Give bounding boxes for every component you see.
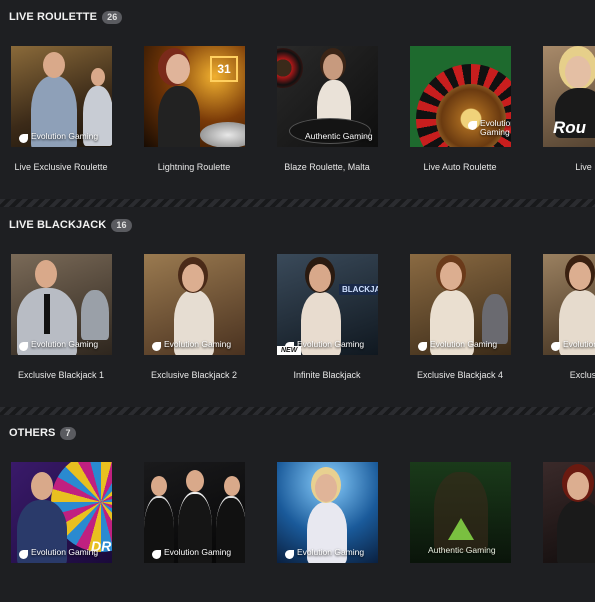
- game-row: Evolution Gaming Live Exclusive Roulette…: [0, 46, 595, 186]
- section-live-blackjack: LIVE BLACKJACK 16 Evolution Gaming Exclu…: [0, 208, 595, 380]
- provider-logo: Evolution Gaming: [19, 548, 98, 559]
- game-title: Live Auto Roulette: [423, 162, 497, 172]
- section-live-roulette: LIVE ROULETTE 26 Evolution Gaming Live E…: [0, 0, 595, 172]
- provider-logo: Evolution Gaming: [152, 548, 231, 559]
- count-badge: 26: [102, 10, 123, 24]
- section-title: LIVE BLACKJACK: [9, 219, 107, 231]
- section-title: OTHERS: [9, 427, 56, 439]
- game-thumbnail[interactable]: DR Evolution Gaming: [11, 462, 112, 563]
- game-thumbnail[interactable]: Evolution Gaming: [410, 46, 511, 147]
- section-title: LIVE ROULETTE: [9, 11, 98, 23]
- game-title: Exclusive B: [569, 370, 595, 380]
- game-thumbnail[interactable]: Evolution Gaming: [543, 254, 595, 355]
- game-title: Exclusive Blackjack 1: [17, 370, 105, 380]
- count-badge: 16: [111, 218, 132, 232]
- provider-logo: Evolution Gaming: [285, 340, 364, 351]
- game-thumbnail[interactable]: Authentic Gaming: [410, 462, 511, 563]
- provider-logo: Authentic Gaming: [428, 545, 496, 555]
- game-thumbnail[interactable]: Evolution Gaming: [410, 254, 511, 355]
- provider-logo: Evolution Gaming: [285, 548, 364, 559]
- provider-logo: Evolution Gaming: [19, 340, 98, 351]
- game-title: Blaze Roulette, Malta: [284, 162, 370, 172]
- game-thumbnail[interactable]: Evolution Gaming: [144, 462, 245, 563]
- game-thumbnail[interactable]: [543, 462, 595, 563]
- section-divider: [0, 199, 595, 207]
- game-thumbnail[interactable]: Evolution Gaming: [11, 254, 112, 355]
- lightning-number: 31: [210, 56, 238, 82]
- game-overlay-text: BLACKJAC: [339, 284, 378, 295]
- game-title: Exclusive Blackjack 4: [416, 370, 504, 380]
- game-thumbnail[interactable]: Evolution Gaming: [144, 254, 245, 355]
- provider-logo: Authentic Gaming: [305, 131, 373, 141]
- game-thumbnail[interactable]: BLACKJAC Evolution Gaming NEW: [277, 254, 378, 355]
- provider-logo: Evolution Gaming: [468, 119, 511, 137]
- provider-logo: Evolution Gaming: [19, 132, 98, 143]
- provider-logo: Evolution Gaming: [418, 340, 497, 351]
- game-title: Infinite Blackjack: [293, 370, 361, 380]
- game-title: Lightning Roulette: [157, 162, 231, 172]
- game-title: Live Exclusive Roulette: [14, 162, 108, 172]
- game-thumbnail[interactable]: Evolution Gaming: [277, 462, 378, 563]
- game-overlay-text: Rou: [553, 118, 587, 137]
- new-badge: NEW: [277, 346, 302, 355]
- game-row: DR Evolution Gaming Evolution Gaming Evo…: [0, 462, 595, 602]
- game-thumbnail[interactable]: Evolution Gaming: [11, 46, 112, 147]
- game-thumbnail[interactable]: Authentic Gaming: [277, 46, 378, 147]
- count-badge: 7: [60, 426, 76, 440]
- game-title: Live Rou: [575, 162, 595, 172]
- section-divider: [0, 407, 595, 415]
- game-row: Evolution Gaming Exclusive Blackjack 1 E…: [0, 254, 595, 394]
- section-header[interactable]: LIVE ROULETTE 26: [0, 0, 595, 34]
- section-header[interactable]: LIVE BLACKJACK 16: [0, 208, 595, 242]
- provider-logo: Evolution Gaming: [152, 340, 231, 351]
- section-others: OTHERS 7 DR Evolution Gaming Evolution G…: [0, 416, 595, 563]
- section-header[interactable]: OTHERS 7: [0, 416, 595, 450]
- provider-logo: Evolution Gaming: [551, 340, 595, 351]
- game-thumbnail[interactable]: 31: [144, 46, 245, 147]
- game-title: Exclusive Blackjack 2: [150, 370, 238, 380]
- game-thumbnail[interactable]: Rou: [543, 46, 595, 147]
